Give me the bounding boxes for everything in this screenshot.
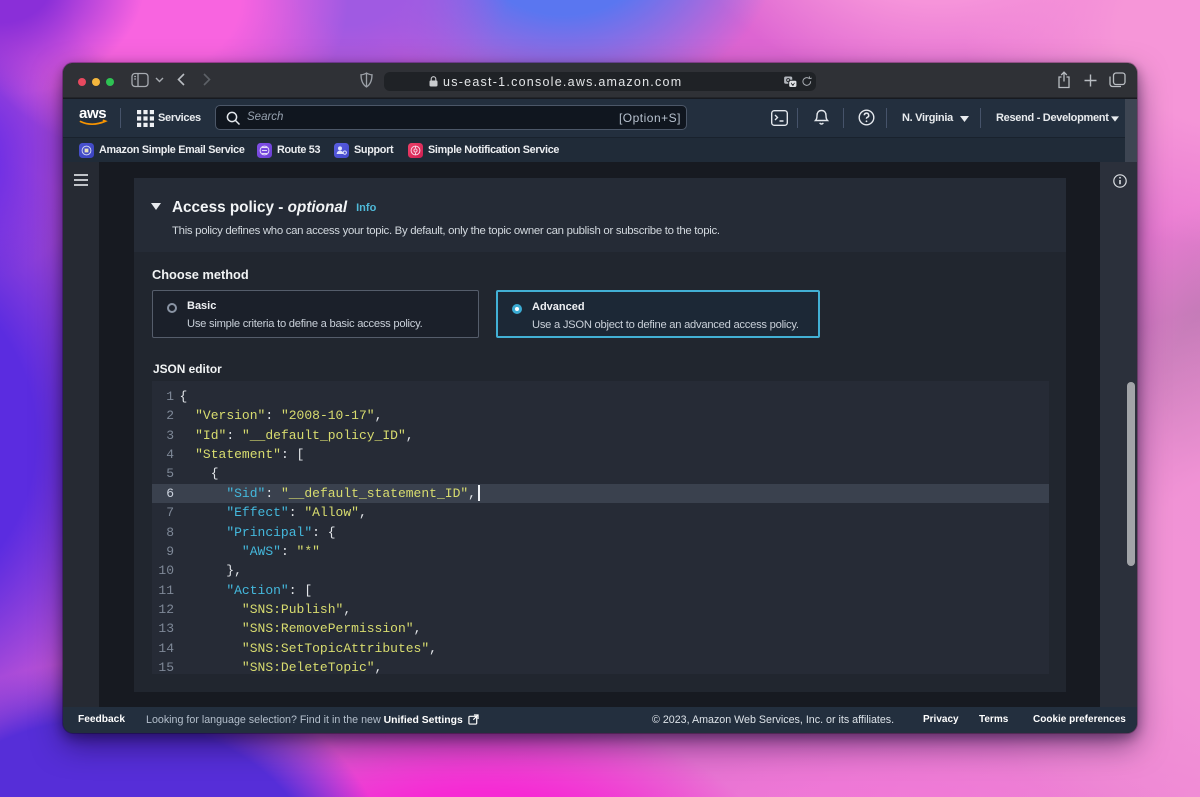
svg-text:aws: aws — [79, 105, 106, 122]
